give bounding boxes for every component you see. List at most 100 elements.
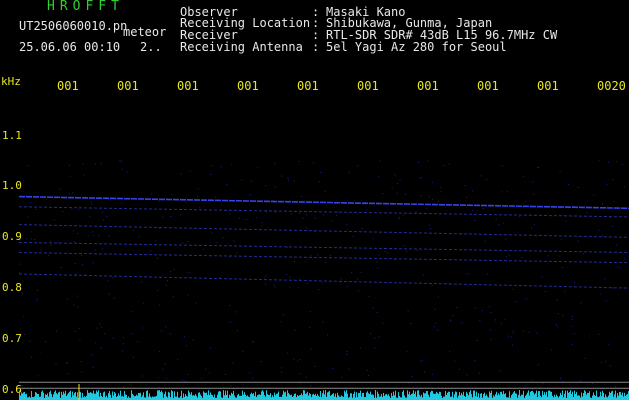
noise-speck (322, 321, 324, 323)
noise-speck (376, 312, 378, 313)
noise-speck (87, 235, 89, 237)
noise-speck (394, 259, 396, 261)
noise-speck (192, 339, 194, 341)
noise-speck (59, 188, 61, 190)
noise-speck (102, 248, 103, 250)
noise-speck (306, 283, 308, 285)
level-bar (128, 396, 129, 400)
noise-speck (372, 238, 374, 240)
level-bar (356, 392, 357, 400)
level-bar (217, 394, 218, 400)
level-bar (100, 392, 101, 400)
level-bar (250, 394, 251, 400)
level-bar (299, 395, 300, 400)
noise-speck (211, 232, 213, 234)
level-bar (233, 391, 234, 400)
noise-speck (598, 160, 600, 162)
noise-speck (305, 227, 307, 229)
noise-speck (126, 171, 128, 173)
level-bar (224, 395, 225, 400)
noise-speck (488, 306, 490, 308)
noise-speck (121, 160, 122, 162)
level-bar (23, 392, 24, 400)
level-bar (92, 393, 93, 400)
level-bar (436, 391, 437, 400)
noise-speck (22, 292, 24, 294)
noise-speck (122, 343, 124, 345)
level-bar (284, 392, 285, 400)
noise-speck (428, 224, 430, 226)
level-bar (50, 390, 51, 400)
level-bar (133, 395, 134, 400)
level-bar (136, 394, 137, 400)
noise-speck (519, 216, 521, 217)
noise-speck (506, 256, 507, 258)
level-bar (437, 392, 438, 400)
noise-speck (505, 238, 507, 240)
noise-speck (332, 368, 334, 370)
level-bar (253, 393, 254, 400)
noise-speck (537, 364, 539, 366)
noise-speck (290, 199, 292, 201)
noise-speck (230, 384, 232, 386)
level-bar (527, 392, 528, 400)
level-bar (531, 391, 532, 400)
level-bar (117, 395, 118, 400)
level-bar (285, 391, 286, 400)
noise-speck (524, 386, 526, 388)
noise-speck (89, 216, 91, 218)
noise-speck (74, 262, 76, 264)
level-bar (434, 393, 435, 400)
noise-speck (159, 304, 161, 306)
noise-speck (391, 187, 393, 189)
level-bar (138, 392, 139, 400)
level-bar (391, 392, 392, 400)
level-bar (593, 392, 594, 400)
level-bar (500, 391, 501, 400)
level-bar (559, 396, 560, 400)
level-bar (606, 396, 607, 400)
noise-speck (165, 326, 167, 328)
level-bar (305, 393, 306, 400)
level-bar (532, 390, 533, 400)
level-bar (360, 390, 361, 400)
noise-speck (448, 163, 450, 165)
level-bar (564, 393, 565, 400)
level-bar (411, 394, 412, 400)
recording-datetime: 25.06.06 00:10 (19, 40, 121, 54)
noise-speck (557, 313, 559, 315)
level-bar (95, 393, 96, 400)
noise-speck (81, 371, 83, 373)
level-bar (43, 392, 44, 400)
level-bar (220, 391, 221, 400)
mode-label: meteor (123, 25, 167, 39)
noise-speck (170, 271, 172, 273)
noise-speck (537, 167, 539, 169)
noise-speck (112, 337, 114, 339)
noise-speck (301, 196, 303, 197)
noise-speck (214, 196, 216, 198)
level-bar (414, 393, 415, 400)
level-bar (359, 393, 360, 400)
noise-speck (561, 267, 563, 268)
noise-speck (299, 359, 301, 361)
level-bar (34, 396, 35, 400)
noise-speck (405, 251, 407, 253)
level-bar (190, 394, 191, 400)
level-bar (25, 394, 26, 400)
noise-speck (564, 290, 566, 292)
level-bar (499, 395, 500, 400)
noise-speck (440, 190, 442, 192)
noise-speck (187, 241, 189, 243)
level-bar (113, 395, 114, 400)
level-bar (45, 394, 46, 400)
level-bar (262, 390, 263, 400)
noise-speck (226, 184, 228, 186)
level-bar (467, 393, 468, 400)
noise-speck (309, 326, 311, 328)
level-bar (385, 394, 386, 400)
level-bar (139, 393, 140, 400)
noise-speck (331, 220, 333, 222)
noise-speck (360, 272, 362, 274)
level-bar (561, 394, 562, 400)
